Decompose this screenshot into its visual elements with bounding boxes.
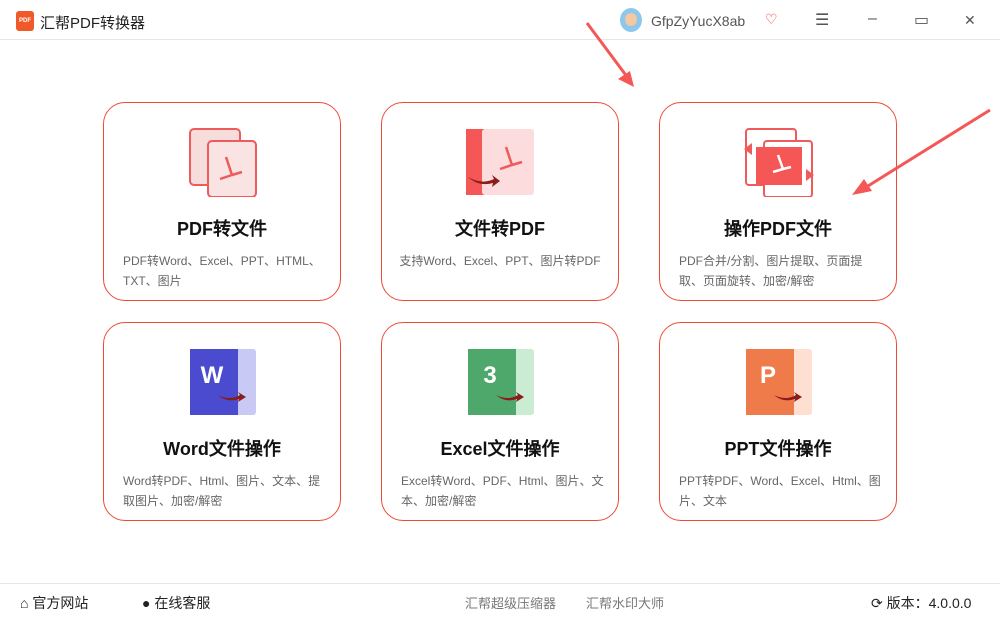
avatar[interactable] [620, 8, 642, 32]
ppt-icon: P [746, 349, 812, 415]
refresh-icon: ⟳ [871, 595, 883, 611]
word-icon: W [190, 349, 256, 415]
card-ppt[interactable]: P PPT文件操作 PPT转PDF、Word、Excel、Html、图片、文本 [659, 322, 897, 521]
excel-icon: 3 [468, 349, 534, 415]
website-label: 官方网站 [32, 595, 89, 611]
svg-text:P: P [760, 362, 776, 389]
annotation-arrows [585, 22, 991, 195]
version-info[interactable]: ⟳ 版本：4.0.0.0 [871, 593, 971, 613]
card-desc: 支持Word、Excel、PPT、图片转PDF [399, 254, 601, 268]
app-title: 汇帮PDF转换器 [40, 15, 146, 32]
card-desc: PDF合并/分割、图片提取、页面提取、页面旋转、加密/解密 [679, 254, 863, 288]
card-desc: Excel转Word、PDF、Html、图片、文本、加密/解密 [401, 474, 604, 508]
card-word[interactable]: W Word文件操作 Word转PDF、Html、图片、文本、提取图片、加密/解… [103, 322, 341, 521]
card-desc: PDF转Word、Excel、PPT、HTML、TXT、图片 [123, 254, 321, 288]
svg-text:3: 3 [483, 362, 496, 389]
card-file-to-pdf[interactable]: 文件转PDF 支持Word、Excel、PPT、图片转PDF [381, 102, 619, 301]
maximize-button[interactable]: ▭ [914, 10, 929, 30]
menu-icon[interactable]: ☰ [815, 10, 829, 30]
card-desc: Word转PDF、Html、图片、文本、提取图片、加密/解密 [123, 474, 321, 508]
card-title: Word文件操作 [163, 439, 281, 459]
pdf-copy-icon [189, 128, 257, 197]
watermark-link[interactable]: 汇帮水印大师 [586, 593, 664, 612]
pdf-operate-icon [744, 128, 814, 197]
footer: ⌂ 官方网站 ● 在线客服 汇帮超级压缩器 汇帮水印大师 ⟳ 版本：4.0.0.… [0, 583, 1000, 617]
card-title: PDF转文件 [177, 219, 267, 239]
username[interactable]: GfpZyYucX8ab [651, 13, 745, 29]
svg-text:W: W [201, 362, 224, 389]
support-icon: ● [142, 595, 151, 611]
card-desc: PPT转PDF、Word、Excel、Html、图片、文本 [679, 474, 881, 508]
minimize-button[interactable]: – [868, 10, 877, 28]
support-label: 在线客服 [154, 595, 211, 611]
website-link[interactable]: ⌂ 官方网站 [20, 593, 88, 613]
compressor-link[interactable]: 汇帮超级压缩器 [465, 593, 556, 612]
card-title: 操作PDF文件 [724, 219, 832, 239]
card-pdf-to-file[interactable]: PDF转文件 PDF转Word、Excel、PPT、HTML、TXT、图片 [103, 102, 341, 301]
card-excel[interactable]: 3 Excel文件操作 Excel转Word、PDF、Html、图片、文本、加密… [381, 322, 619, 521]
card-operate-pdf[interactable]: 操作PDF文件 PDF合并/分割、图片提取、页面提取、页面旋转、加密/解密 [659, 102, 897, 301]
home-icon: ⌂ [20, 595, 29, 611]
card-title: PPT文件操作 [724, 439, 832, 459]
close-button[interactable]: ✕ [964, 12, 976, 29]
vip-icon[interactable]: ♡ [765, 11, 778, 28]
card-title: Excel文件操作 [440, 439, 560, 459]
app-logo: PDF [16, 11, 34, 31]
support-link[interactable]: ● 在线客服 [142, 593, 210, 613]
card-title: 文件转PDF [455, 219, 545, 239]
version-label: 版本：4.0.0.0 [886, 595, 972, 611]
file-to-pdf-icon [466, 129, 534, 195]
title-bar: PDF 汇帮PDF转换器 GfpZyYucX8ab ♡ ☰ – ▭ ✕ [0, 0, 1000, 40]
